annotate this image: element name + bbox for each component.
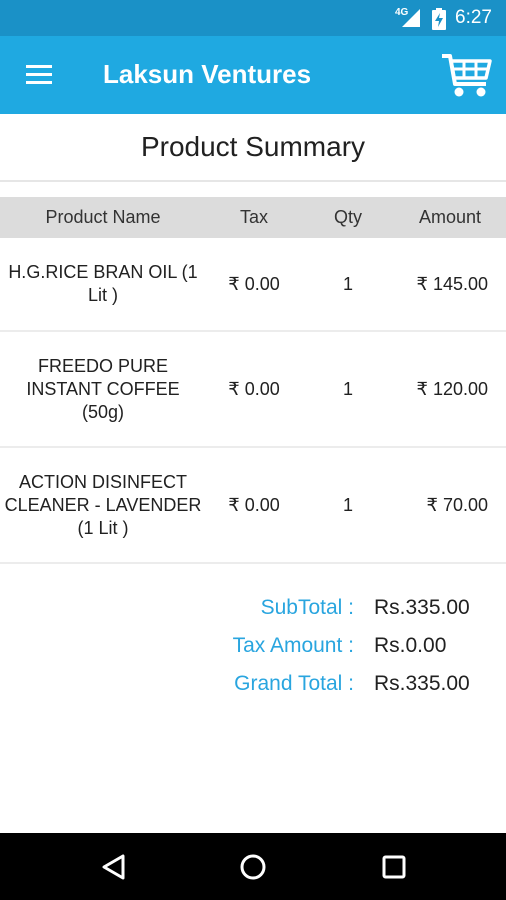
header-tax: Tax: [239, 207, 268, 227]
signal-icon: [402, 9, 420, 27]
tax-amount-row: Tax Amount : Rs.0.00: [0, 634, 506, 672]
system-nav-bar: [0, 833, 506, 900]
page-title: Product Summary: [140, 131, 366, 162]
home-circle-icon[interactable]: [238, 852, 268, 882]
product-name: FREEDO PURE INSTANT COFFEE (50g): [26, 355, 180, 422]
status-bar: 4G 6:27: [0, 0, 506, 36]
product-tax: ₹ 0.00: [228, 378, 280, 399]
header-qty: Qty: [333, 207, 362, 227]
product-tax: ₹ 0.00: [228, 494, 280, 515]
subtotal-value: Rs.335.00: [374, 596, 470, 619]
header-product-name: Product Name: [45, 207, 161, 227]
product-qty: 1: [342, 494, 353, 515]
table-row[interactable]: FREEDO PURE INSTANT COFFEE (50g) ₹ 0.00 …: [0, 332, 506, 448]
grand-total-row: Grand Total : Rs.335.00: [0, 672, 506, 710]
header-amount: Amount: [418, 207, 482, 227]
tax-amount-label: Tax Amount :: [232, 634, 354, 657]
product-amount: ₹ 120.00: [416, 378, 488, 399]
subtotal-row: SubTotal : Rs.335.00: [0, 596, 506, 634]
product-name: ACTION DISINFECT CLEANER - LAVENDER (1 L…: [4, 471, 202, 538]
table-row[interactable]: ACTION DISINFECT CLEANER - LAVENDER (1 L…: [0, 448, 506, 564]
table-header: Product Name Tax Qty Amount: [0, 197, 506, 238]
divider: [0, 180, 506, 182]
app-title: Laksun Ventures: [103, 59, 312, 89]
product-amount: ₹ 145.00: [416, 273, 488, 294]
hamburger-menu-icon[interactable]: [24, 61, 56, 89]
tax-amount-value: Rs.0.00: [374, 634, 447, 657]
product-tax: ₹ 0.00: [228, 273, 280, 294]
back-triangle-icon[interactable]: [99, 852, 129, 882]
clock: 6:27: [455, 7, 492, 28]
app-bar: Laksun Ventures: [0, 36, 506, 114]
product-name: H.G.RICE BRAN OIL (1 Lit ): [8, 262, 198, 305]
grand-total-label: Grand Total :: [234, 672, 354, 695]
subtotal-label: SubTotal :: [260, 596, 354, 619]
product-qty: 1: [342, 273, 353, 294]
grand-total-value: Rs.335.00: [374, 672, 470, 695]
table-row[interactable]: H.G.RICE BRAN OIL (1 Lit ) ₹ 0.00 1 ₹ 14…: [0, 238, 506, 332]
product-amount: ₹ 70.00: [426, 494, 489, 515]
battery-charging-icon: [432, 8, 446, 30]
recents-square-icon[interactable]: [379, 852, 409, 882]
product-qty: 1: [342, 378, 353, 399]
shopping-cart-icon[interactable]: [440, 50, 494, 100]
